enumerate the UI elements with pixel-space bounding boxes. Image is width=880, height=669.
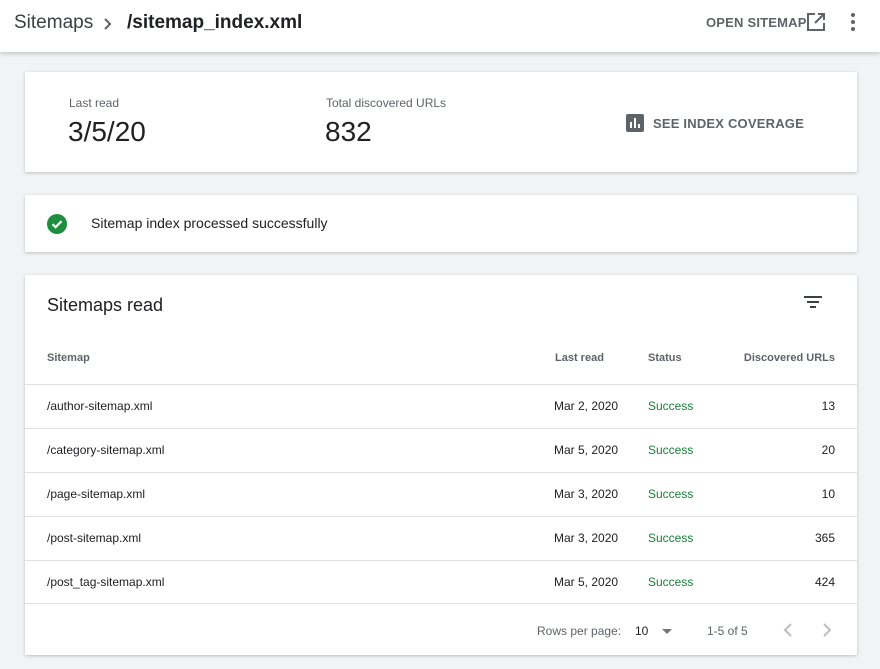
table-title: Sitemaps read: [47, 295, 164, 315]
table-pagination: Rows per page: 10 1-5 of 5: [25, 603, 857, 655]
status-card: Sitemap index processed successfully: [25, 195, 857, 252]
chevron-right-icon: [104, 18, 112, 30]
cell-sitemap: /post-sitemap.xml: [47, 531, 142, 545]
see-index-coverage-label: SEE INDEX COVERAGE: [653, 115, 804, 131]
cell-last-read: Mar 5, 2020: [554, 575, 619, 589]
column-header-discovered-urls[interactable]: Discovered URLs: [744, 352, 835, 364]
breadcrumb-sitemaps[interactable]: Sitemaps: [14, 12, 93, 34]
last-read-label: Last read: [69, 96, 120, 110]
table-row[interactable]: /author-sitemap.xml Mar 2, 2020 Success …: [25, 384, 857, 428]
rows-per-page-value: 10: [635, 624, 649, 638]
cell-discovered-urls: 10: [821, 487, 835, 501]
sitemaps-read-card: Sitemaps read Sitemap Last read Status D…: [25, 275, 857, 655]
open-in-new-icon[interactable]: [806, 12, 826, 32]
cell-status: Success: [648, 531, 694, 545]
breadcrumb-current: /sitemap_index.xml: [127, 12, 303, 33]
cell-status: Success: [648, 399, 694, 413]
cell-sitemap: /post_tag-sitemap.xml: [47, 575, 165, 589]
cell-status: Success: [648, 575, 694, 589]
check-circle-icon: [47, 214, 67, 234]
bar-chart-icon: [626, 114, 644, 132]
table-row[interactable]: /post-sitemap.xml Mar 3, 2020 Success 36…: [25, 516, 857, 560]
cell-sitemap: /author-sitemap.xml: [47, 399, 153, 413]
stats-card: Last read 3/5/20 Total discovered URLs 8…: [25, 72, 857, 172]
cell-last-read: Mar 2, 2020: [554, 399, 619, 413]
table-row[interactable]: /post_tag-sitemap.xml Mar 5, 2020 Succes…: [25, 560, 857, 604]
cell-sitemap: /page-sitemap.xml: [47, 487, 146, 501]
total-urls-value: 832: [325, 116, 372, 147]
column-header-status[interactable]: Status: [648, 352, 682, 364]
column-header-last-read[interactable]: Last read: [555, 352, 604, 364]
chevron-left-icon[interactable]: [776, 618, 800, 642]
table-row[interactable]: /page-sitemap.xml Mar 3, 2020 Success 10: [25, 472, 857, 516]
chevron-right-icon[interactable]: [815, 618, 839, 642]
see-index-coverage-button[interactable]: SEE INDEX COVERAGE: [626, 112, 804, 134]
cell-last-read: Mar 3, 2020: [554, 531, 619, 545]
cell-discovered-urls: 365: [814, 531, 835, 545]
cell-status: Success: [648, 443, 694, 457]
rows-per-page-select[interactable]: 10: [635, 620, 679, 642]
filter-icon[interactable]: [803, 292, 823, 312]
rows-per-page-label: Rows per page:: [537, 624, 622, 638]
top-bar: Sitemaps /sitemap_index.xml OPEN SITEMAP: [0, 0, 880, 52]
table-row[interactable]: /category-sitemap.xml Mar 5, 2020 Succes…: [25, 428, 857, 472]
open-sitemap-button[interactable]: OPEN SITEMAP: [706, 15, 807, 30]
column-header-sitemap[interactable]: Sitemap: [47, 352, 90, 364]
cell-discovered-urls: 424: [814, 575, 835, 589]
last-read-value: 3/5/20: [68, 116, 146, 147]
cell-discovered-urls: 20: [821, 443, 835, 457]
cell-sitemap: /category-sitemap.xml: [47, 443, 165, 457]
cell-last-read: Mar 3, 2020: [554, 487, 619, 501]
more-vert-icon[interactable]: [843, 12, 863, 32]
cell-status: Success: [648, 487, 694, 501]
status-message: Sitemap index processed successfully: [91, 215, 328, 231]
total-urls-label: Total discovered URLs: [326, 96, 447, 110]
dropdown-arrow-icon: [662, 628, 673, 634]
cell-discovered-urls: 13: [821, 399, 835, 413]
pagination-range: 1-5 of 5: [707, 624, 748, 638]
cell-last-read: Mar 5, 2020: [554, 443, 619, 457]
